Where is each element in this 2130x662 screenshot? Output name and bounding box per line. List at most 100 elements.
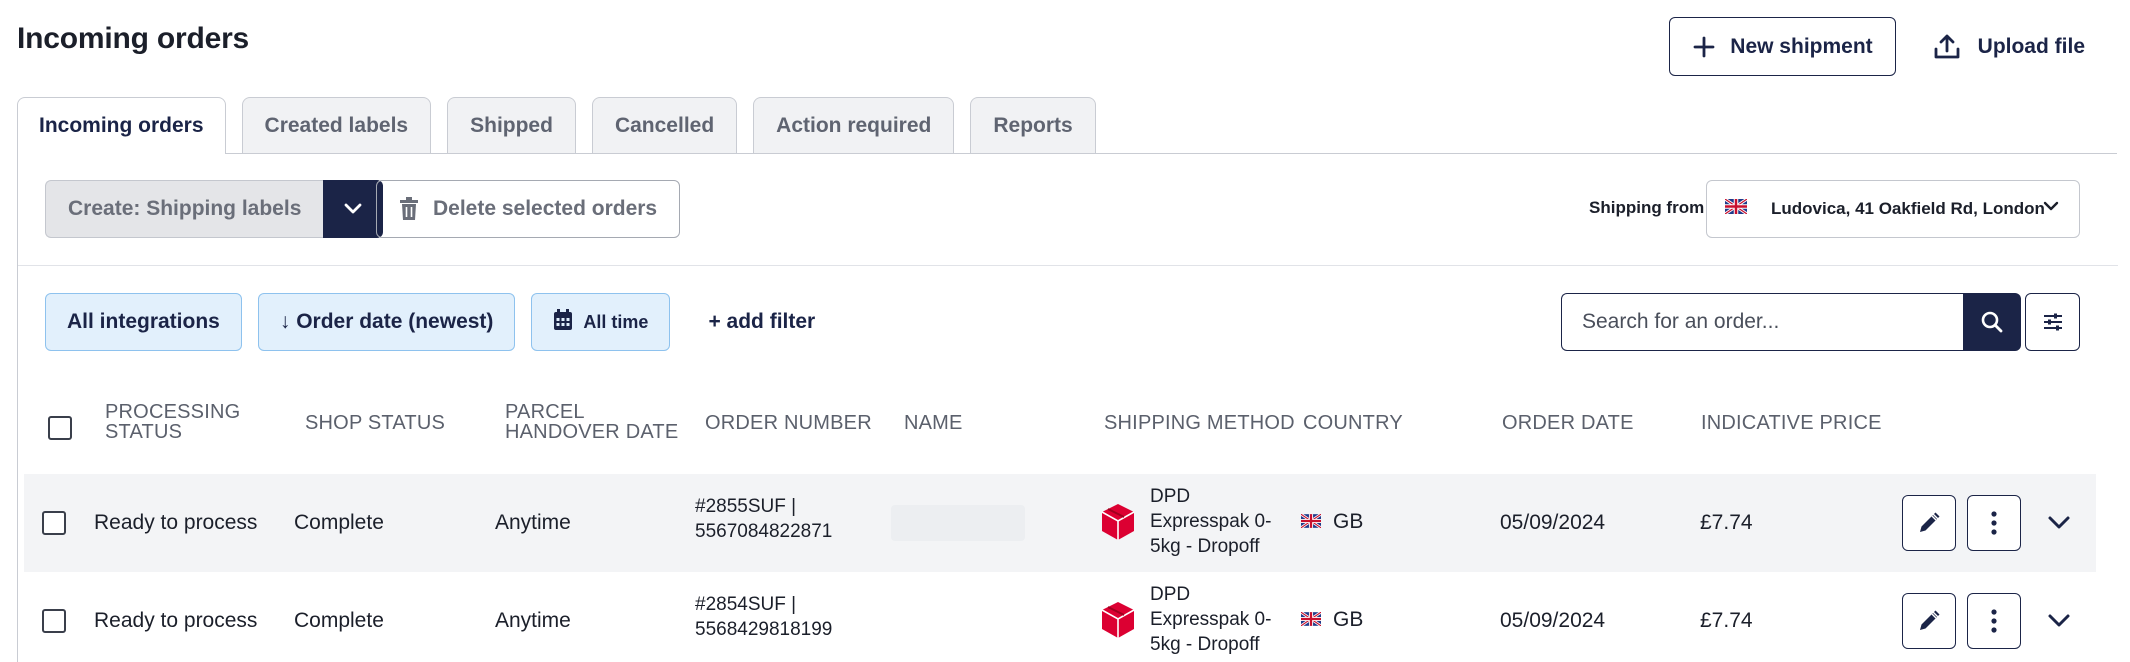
row-checkbox[interactable]	[42, 609, 66, 633]
bulk-toolbar: Create: Shipping labels Delete selected …	[18, 154, 2118, 266]
more-actions-button[interactable]	[1967, 593, 2021, 649]
chevron-down-icon	[2048, 614, 2070, 627]
tab-created-labels[interactable]: Created labels	[241, 97, 432, 154]
expand-row-button[interactable]	[2044, 508, 2074, 538]
table-row[interactable]: Ready to process Complete Anytime #2855S…	[24, 474, 2096, 572]
shipping-carrier: DPD	[1150, 584, 1191, 605]
dpd-logo-icon	[1101, 602, 1135, 638]
country: GB	[1300, 510, 1364, 534]
pencil-icon	[1920, 610, 1940, 630]
edit-order-button[interactable]	[1902, 593, 1956, 649]
uk-flag-icon	[1300, 510, 1322, 534]
handover-date: Anytime	[495, 511, 571, 534]
table-settings-button[interactable]	[2025, 293, 2080, 351]
header-name: NAME	[904, 412, 963, 434]
plus-icon	[1692, 35, 1716, 59]
pencil-icon	[1920, 512, 1940, 532]
add-filter-link[interactable]: + add filter	[708, 310, 815, 334]
processing-status: Ready to process	[94, 511, 258, 534]
tab-bar: Incoming orders Created labels Shipped C…	[17, 97, 1112, 156]
create-shipping-labels-button[interactable]: Create: Shipping labels	[45, 180, 324, 238]
uk-flag-icon	[1724, 197, 1748, 219]
country-code: GB	[1333, 510, 1364, 533]
edit-order-button[interactable]	[1902, 495, 1956, 551]
shipping-from-label: Shipping from	[1589, 198, 1705, 217]
trash-icon	[399, 197, 419, 221]
shipping-method: DPD Expresspak 0- 5kg - Dropoff	[1150, 582, 1271, 657]
delete-selected-label: Delete selected orders	[433, 197, 658, 220]
upload-file-label: Upload file	[1977, 34, 2085, 58]
time-filter-chip[interactable]: All time	[531, 293, 671, 351]
shipping-carrier: DPD	[1150, 486, 1191, 507]
tab-shipped[interactable]: Shipped	[447, 97, 576, 154]
upload-icon	[1932, 32, 1962, 62]
more-vertical-icon	[1991, 609, 1997, 633]
select-all-checkbox[interactable]	[48, 416, 72, 440]
order-ref: #2855SUF |	[695, 496, 797, 517]
search-button[interactable]	[1963, 293, 2021, 351]
upload-file-button[interactable]: Upload file	[1896, 17, 2130, 76]
shipping-from-value: Ludovica, 41 Oakfield Rd, London	[1771, 199, 2045, 218]
order-ref: #2854SUF |	[695, 594, 797, 615]
uk-flag-icon	[1300, 608, 1322, 632]
delete-selected-orders-button[interactable]: Delete selected orders	[376, 180, 681, 238]
header-country: COUNTRY	[1303, 412, 1403, 434]
country-code: GB	[1333, 608, 1364, 631]
shipping-method: DPD Expresspak 0- 5kg - Dropoff	[1150, 484, 1271, 559]
table-header: PROCESSING STATUS SHOP STATUS PARCEL HAN…	[18, 394, 2118, 464]
order-date-sort-chip[interactable]: ↓ Order date (newest)	[257, 293, 516, 351]
tab-action-required[interactable]: Action required	[753, 97, 955, 154]
customer-name-redacted	[891, 505, 1025, 541]
header-indicative-price: INDICATIVE PRICE	[1701, 412, 1882, 434]
shipping-service: Expresspak 0-	[1150, 511, 1272, 532]
filter-bar: All integrations ↓ Order date (newest) A…	[45, 293, 815, 351]
order-number: #2854SUF | 5568429818199	[695, 592, 832, 642]
page-title: Incoming orders	[17, 22, 250, 55]
order-date: 05/09/2024	[1500, 511, 1606, 534]
order-search	[1561, 293, 2021, 351]
more-vertical-icon	[1991, 511, 1997, 535]
top-actions: New shipment Upload file	[1669, 17, 2130, 76]
indicative-price: £7.74	[1700, 609, 1753, 632]
table-row[interactable]: Ready to process Complete Anytime #2854S…	[24, 572, 2096, 662]
tab-reports[interactable]: Reports	[970, 97, 1096, 154]
order-number: #2855SUF | 5567084822871	[695, 494, 832, 544]
header-order-number: ORDER NUMBER	[705, 412, 872, 434]
header-processing-status: PROCESSING STATUS	[105, 401, 241, 443]
shop-status: Complete	[294, 609, 384, 632]
tab-incoming-orders[interactable]: Incoming orders	[17, 97, 226, 156]
processing-status: Ready to process	[94, 609, 258, 632]
shop-status: Complete	[294, 511, 384, 534]
order-id: 5567084822871	[695, 521, 833, 542]
chevron-down-icon	[344, 203, 362, 214]
order-date: 05/09/2024	[1500, 609, 1606, 632]
country: GB	[1300, 608, 1364, 632]
chevron-down-icon	[2043, 201, 2059, 211]
new-shipment-label: New shipment	[1730, 34, 1873, 58]
header-handover-date: PARCEL HANDOVER DATE	[505, 401, 679, 443]
row-checkbox[interactable]	[42, 511, 66, 535]
header-shop-status: SHOP STATUS	[305, 412, 446, 434]
sliders-icon	[2043, 313, 2062, 331]
create-split-button: Create: Shipping labels	[45, 180, 384, 238]
indicative-price: £7.74	[1700, 511, 1753, 534]
expand-row-button[interactable]	[2044, 606, 2074, 636]
calendar-icon	[553, 308, 573, 336]
shipping-option: 5kg - Dropoff	[1150, 536, 1260, 557]
header-order-date: ORDER DATE	[1502, 412, 1634, 434]
search-icon	[1981, 311, 2003, 333]
more-actions-button[interactable]	[1967, 495, 2021, 551]
shipping-option: 5kg - Dropoff	[1150, 634, 1260, 655]
orders-panel: Create: Shipping labels Delete selected …	[17, 153, 2118, 662]
header-shipping-method: SHIPPING METHOD	[1104, 412, 1295, 434]
order-id: 5568429818199	[695, 619, 833, 640]
new-shipment-button[interactable]: New shipment	[1669, 17, 1896, 76]
order-search-input[interactable]	[1561, 293, 1963, 351]
tab-cancelled[interactable]: Cancelled	[591, 97, 738, 154]
handover-date: Anytime	[495, 609, 571, 632]
shipping-from-select[interactable]: Ludovica, 41 Oakfield Rd, London	[1706, 180, 2080, 238]
dpd-logo-icon	[1101, 504, 1135, 540]
chevron-down-icon	[2048, 516, 2070, 529]
create-options-dropdown[interactable]	[323, 180, 384, 238]
integrations-filter-chip[interactable]: All integrations	[45, 293, 242, 351]
